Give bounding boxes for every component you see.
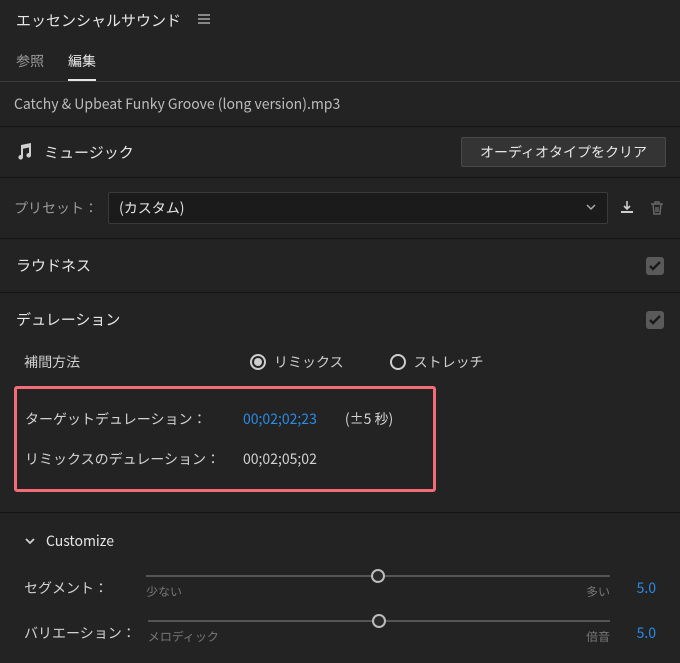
loudness-checkbox[interactable] [646,257,664,275]
target-duration-value[interactable]: 00;02;02;23 [243,409,317,429]
delete-preset-icon [648,199,666,217]
preset-select[interactable]: (カスタム) [108,192,608,224]
variation-label: バリエーション： [24,623,136,643]
highlight-box: ターゲットデュレーション： 00;02;02;23 (±5 秒) リミックスのデ… [14,386,436,492]
preset-label: プリセット： [14,198,98,218]
clip-name: Catchy & Upbeat Funky Groove (long versi… [0,82,680,127]
customize-title: Customize [46,531,114,551]
section-duration-title: デュレーション [16,309,120,330]
segments-value[interactable]: 5.0 [622,578,656,598]
radio-stretch-label: ストレッチ [414,352,484,372]
radio-dot-icon [250,354,266,370]
remix-duration-value: 00;02;05;02 [243,449,317,469]
section-loudness-title: ラウドネス [16,255,91,276]
interpolation-label: 補間方法 [24,352,80,372]
panel-menu-icon[interactable] [197,11,211,31]
radio-stretch[interactable]: ストレッチ [390,352,484,372]
target-duration-suffix: (±5 秒) [345,409,393,429]
chevron-down-icon [24,535,36,547]
section-loudness-header[interactable]: ラウドネス [0,239,680,292]
variation-slider[interactable] [148,620,610,622]
segments-slider-thumb[interactable] [371,569,385,583]
variation-value[interactable]: 5.0 [622,623,656,643]
music-icon [14,142,34,162]
customize-toggle[interactable]: Customize [24,521,656,561]
target-duration-label: ターゲットデュレーション： [25,409,235,429]
preset-value: (カスタム) [119,198,184,218]
segments-slider[interactable] [146,575,610,577]
tab-browse[interactable]: 参照 [16,51,44,81]
chevron-down-icon [585,198,597,218]
tab-bar: 参照 編集 [0,39,680,82]
segments-label: セグメント： [24,578,134,598]
segments-slider-left: 少ない [146,583,182,600]
segments-slider-right: 多い [586,583,610,600]
variation-slider-thumb[interactable] [372,614,386,628]
audio-type-label: ミュージック [44,142,134,163]
section-duration-header[interactable]: デュレーション [0,293,680,346]
duration-checkbox[interactable] [646,311,664,329]
variation-slider-left: メロディック [148,628,219,645]
panel-title: エッセンシャルサウンド [16,10,181,31]
remix-duration-label: リミックスのデュレーション： [25,449,235,469]
variation-slider-right: 倍音 [586,628,610,645]
import-preset-icon[interactable] [618,199,636,217]
radio-remix[interactable]: リミックス [250,352,344,372]
tab-edit[interactable]: 編集 [68,51,96,81]
radio-dot-icon [390,354,406,370]
radio-remix-label: リミックス [274,352,344,372]
clear-audio-type-button[interactable]: オーディオタイプをクリア [461,137,666,167]
